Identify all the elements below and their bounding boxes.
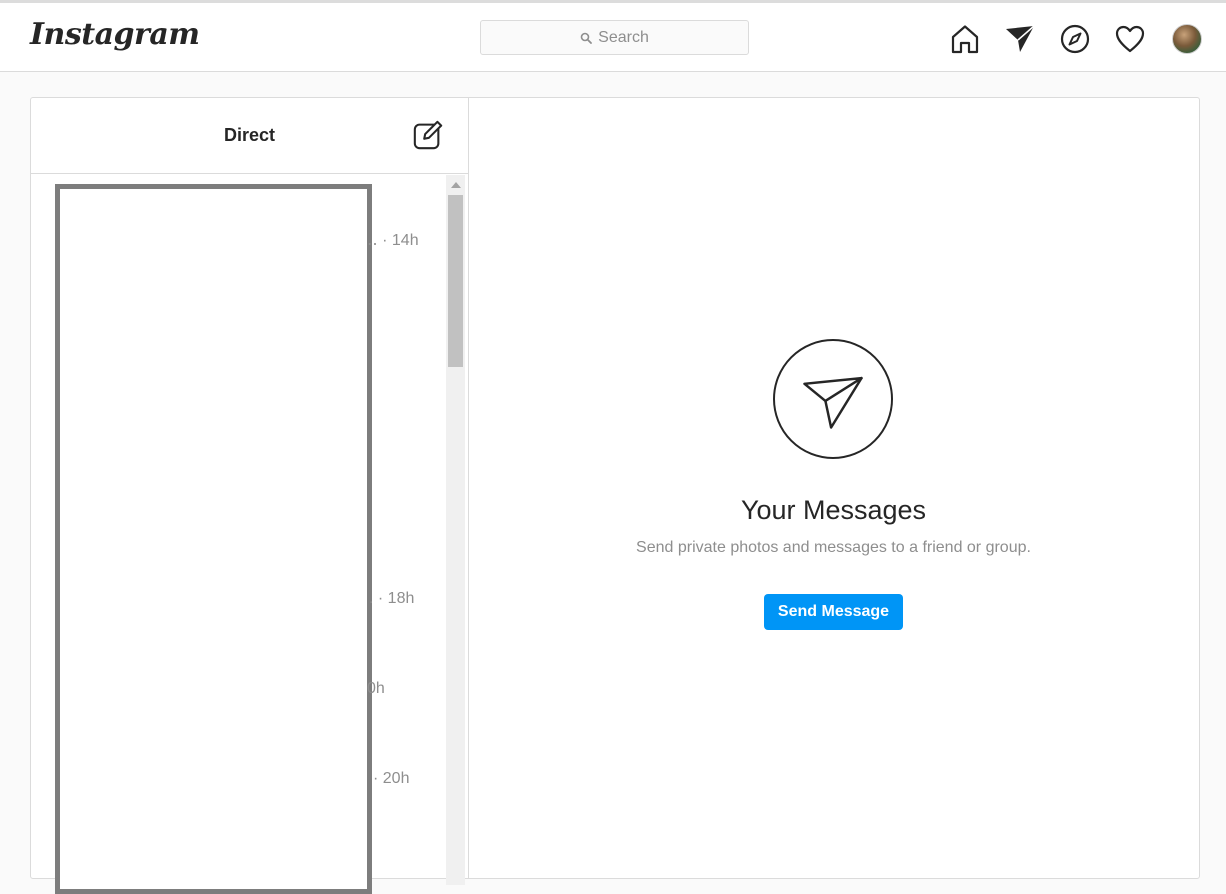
direct-icon[interactable] xyxy=(1003,22,1037,56)
message-panel: Your Messages Send private photos and me… xyxy=(469,98,1198,878)
conversation-time-2: . · 18h xyxy=(369,590,415,607)
top-navigation-bar: Instagram Search xyxy=(0,3,1226,72)
conversation-time-4: · 20h xyxy=(373,770,410,787)
inbox-header: Direct xyxy=(31,98,468,174)
home-icon[interactable] xyxy=(948,22,982,56)
conversation-scrollbar[interactable] xyxy=(446,175,465,885)
scroll-up-arrow-icon[interactable] xyxy=(451,182,461,188)
conversation-time-1: ‥ · 14h xyxy=(367,232,419,249)
profile-avatar[interactable] xyxy=(1172,24,1202,54)
conversation-time-3: 0h xyxy=(367,680,385,697)
redacted-conversations xyxy=(55,184,372,894)
search-placeholder: Search xyxy=(598,28,649,46)
new-message-icon[interactable] xyxy=(411,118,445,152)
search-icon xyxy=(580,32,593,44)
explore-icon[interactable] xyxy=(1058,22,1092,56)
direct-inbox-card: Direct ‥ · 14h . · 18h 0h · 20h Your Mes… xyxy=(30,97,1200,894)
inbox-title: Direct xyxy=(223,125,276,145)
conversation-panel: Direct ‥ · 14h . · 18h 0h · 20h xyxy=(31,98,469,894)
scroll-thumb[interactable] xyxy=(448,195,463,367)
search-box[interactable]: Search xyxy=(480,20,749,55)
conversation-list: ‥ · 14h . · 18h 0h · 20h xyxy=(31,174,468,894)
activity-heart-icon[interactable] xyxy=(1113,22,1147,56)
empty-state-subtitle: Send private photos and messages to a fr… xyxy=(636,539,1031,556)
paper-plane-icon xyxy=(773,339,893,459)
send-message-button[interactable]: Send Message xyxy=(764,594,903,630)
empty-state-title: Your Messages xyxy=(740,495,927,525)
instagram-logo[interactable]: Instagram xyxy=(30,17,200,52)
